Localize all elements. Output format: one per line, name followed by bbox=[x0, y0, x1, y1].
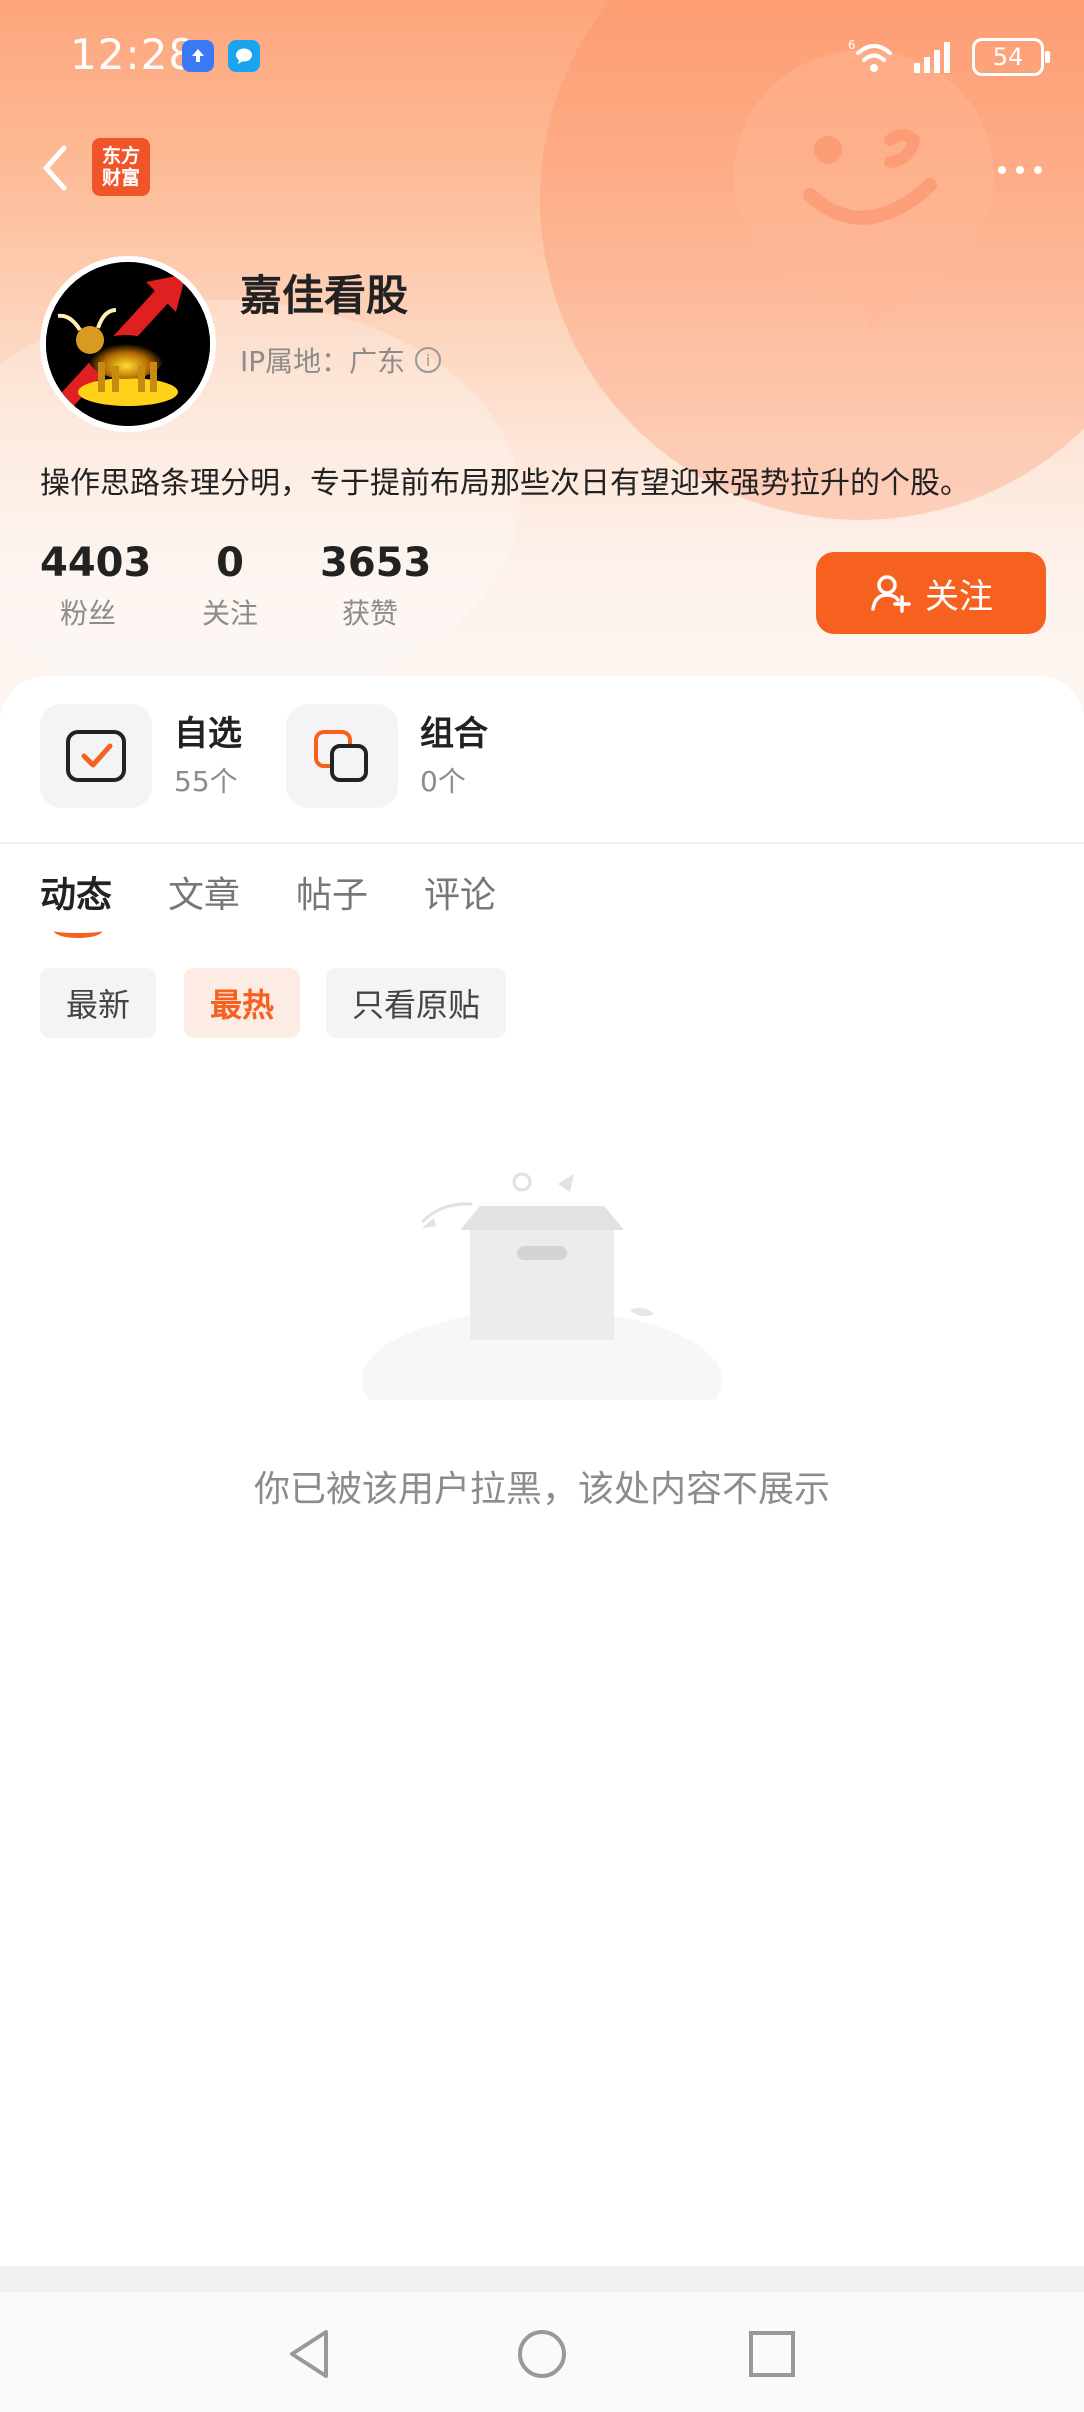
tab-dynamics[interactable]: 动态 bbox=[40, 866, 113, 938]
wifi-icon: 6 bbox=[848, 38, 892, 72]
empty-state-message: 你已被该用户拉黑，该处内容不展示 bbox=[253, 1469, 830, 1510]
stat-fans-label: 粉丝 bbox=[59, 597, 116, 630]
stat-following-value: 0 bbox=[216, 540, 244, 586]
upload-icon bbox=[182, 40, 214, 72]
empty-box-illustration bbox=[362, 1172, 722, 1400]
info-icon[interactable]: i bbox=[415, 347, 442, 373]
back-arrow-icon[interactable] bbox=[36, 138, 76, 198]
filter-latest[interactable]: 最新 bbox=[40, 968, 157, 1038]
nav-bar-top-strip bbox=[0, 2266, 1084, 2292]
logo-line1: 东方 bbox=[101, 145, 140, 167]
app-logo[interactable]: 东方 财富 bbox=[92, 138, 150, 196]
tab-active-indicator bbox=[54, 924, 102, 938]
stat-fans-value: 4403 bbox=[40, 540, 152, 586]
logo-line2: 财富 bbox=[101, 167, 140, 189]
feature-watchlist[interactable]: 自选 55个 bbox=[40, 704, 260, 808]
feature-watchlist-count: 55个 bbox=[174, 765, 238, 798]
layers-icon bbox=[286, 704, 398, 808]
tab-posts-label: 帖子 bbox=[296, 875, 369, 916]
tab-comments-label: 评论 bbox=[424, 875, 497, 916]
message-icon bbox=[228, 40, 260, 72]
stat-following-label: 关注 bbox=[201, 597, 258, 630]
tab-comments[interactable]: 评论 bbox=[424, 866, 496, 918]
profile-bio: 操作思路条理分明，专于提前布局那些次日有望迎来强势拉升的个股。 bbox=[40, 466, 970, 501]
follow-button[interactable]: 关注 bbox=[816, 552, 1046, 634]
add-user-icon bbox=[871, 575, 911, 613]
status-time: 12:28 bbox=[70, 30, 197, 79]
avatar[interactable] bbox=[40, 256, 216, 432]
checkbox-icon bbox=[40, 704, 152, 808]
tab-dynamics-label: 动态 bbox=[40, 875, 113, 916]
ip-location: IP属地：广东 bbox=[240, 345, 406, 378]
section-divider bbox=[0, 842, 1084, 844]
nav-home-icon[interactable] bbox=[514, 2326, 570, 2382]
nav-back-icon[interactable] bbox=[282, 2326, 338, 2382]
username: 嘉佳看股 bbox=[240, 271, 409, 320]
nav-recents-icon[interactable] bbox=[744, 2326, 800, 2382]
network-label: 6 bbox=[848, 38, 856, 52]
stat-likes-label: 获赞 bbox=[341, 597, 398, 630]
ip-location-row: IP属地：广东 i bbox=[240, 340, 442, 380]
follow-button-label: 关注 bbox=[925, 576, 993, 617]
profile-summary: 嘉佳看股 IP属地：广东 i bbox=[40, 256, 1040, 436]
stat-fans[interactable]: 4403 粉丝 bbox=[40, 540, 152, 632]
tab-articles-label: 文章 bbox=[168, 875, 241, 916]
feature-portfolio[interactable]: 组合 0个 bbox=[286, 704, 506, 808]
more-options-icon[interactable] bbox=[992, 150, 1048, 190]
feature-watchlist-title: 自选 bbox=[174, 714, 242, 754]
feature-portfolio-count: 0个 bbox=[420, 765, 466, 798]
feature-portfolio-title: 组合 bbox=[420, 714, 488, 754]
signal-icon bbox=[914, 42, 950, 73]
stat-likes[interactable]: 3653 获赞 bbox=[320, 540, 432, 632]
filter-original-only[interactable]: 只看原贴 bbox=[326, 968, 507, 1038]
tab-articles[interactable]: 文章 bbox=[168, 866, 240, 918]
stat-following[interactable]: 0 关注 bbox=[194, 540, 266, 632]
stat-likes-value: 3653 bbox=[320, 540, 432, 586]
status-right-group: 6 54 bbox=[848, 32, 1050, 82]
bull-avatar-image bbox=[46, 262, 210, 426]
status-bar: 12:28 6 54 bbox=[0, 0, 1084, 110]
tab-posts[interactable]: 帖子 bbox=[296, 866, 368, 918]
system-nav-bar bbox=[0, 2292, 1084, 2412]
battery-indicator: 54 bbox=[972, 38, 1050, 76]
top-nav: 东方 财富 bbox=[0, 130, 1084, 210]
filter-hottest[interactable]: 最热 bbox=[184, 968, 301, 1038]
